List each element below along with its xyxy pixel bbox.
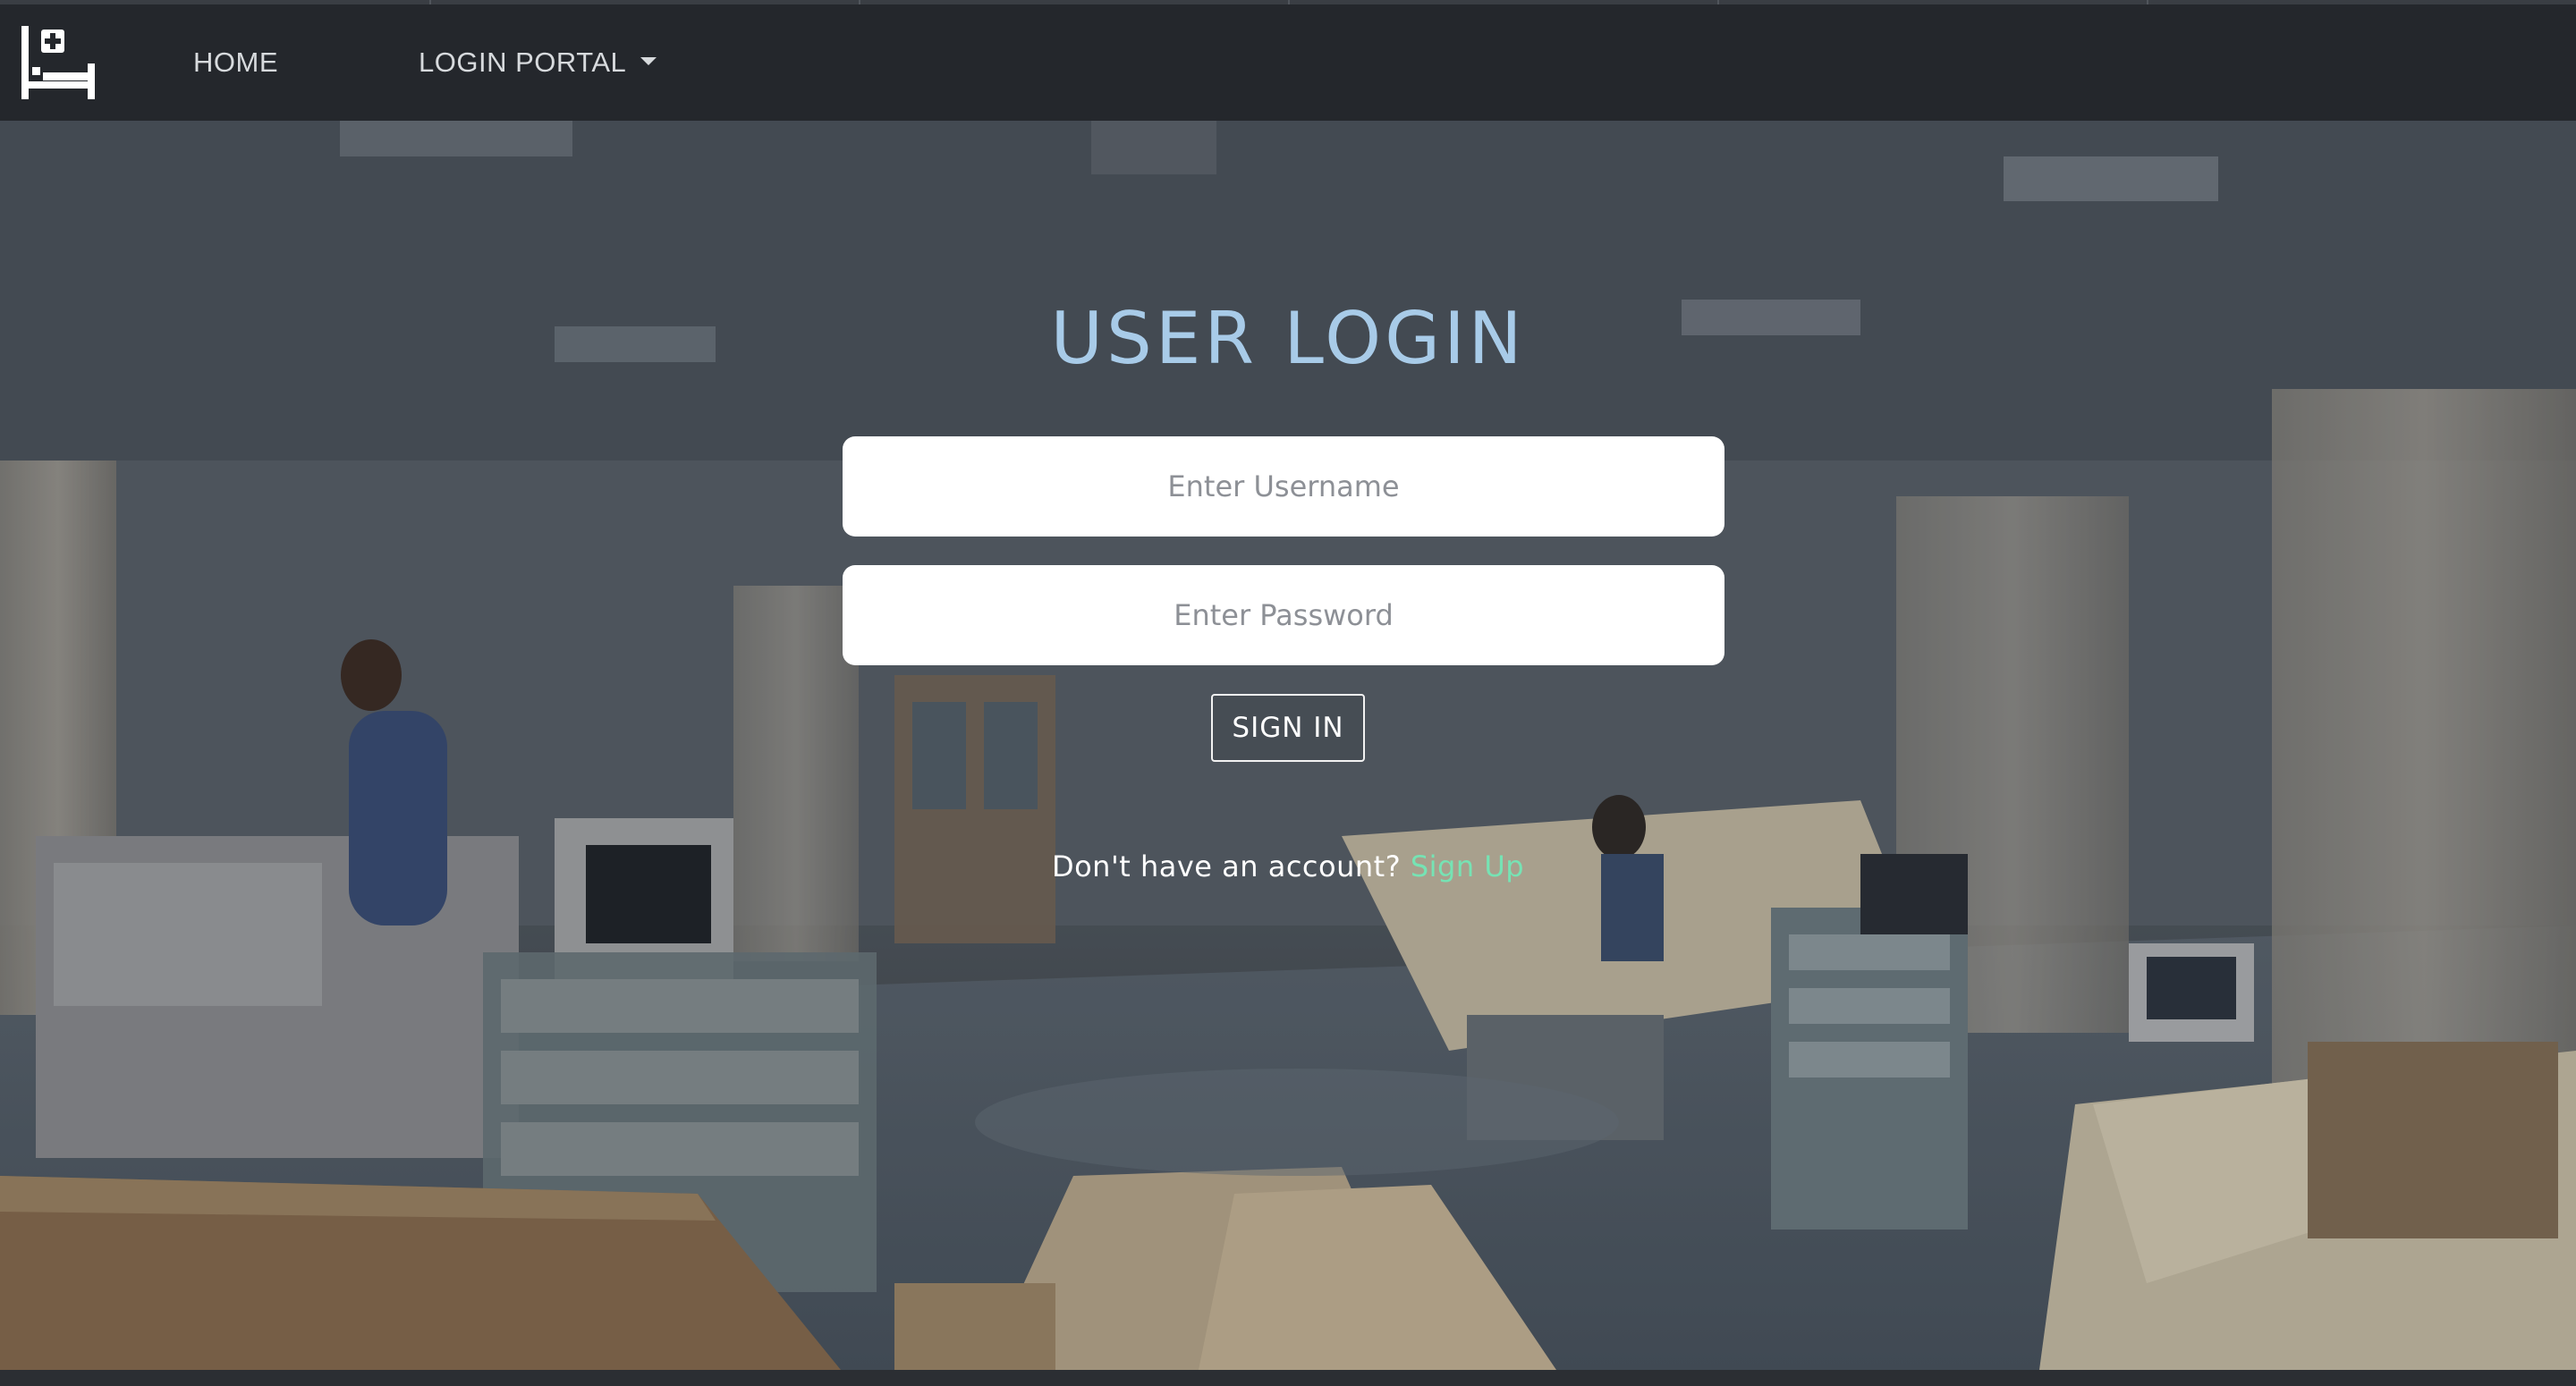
sign-up-link[interactable]: Sign Up (1411, 849, 1524, 883)
nav-login-portal-dropdown[interactable]: LOGIN PORTAL (419, 4, 657, 121)
nav-login-portal-label: LOGIN PORTAL (419, 46, 627, 78)
signup-prompt-line: Don't have an account? Sign Up (0, 849, 2576, 883)
bottom-bar (0, 1370, 2576, 1386)
page-title: USER LOGIN (1050, 296, 1526, 380)
navbar: HOME LOGIN PORTAL (0, 4, 2576, 121)
signup-prompt-text: Don't have an account? (1051, 849, 1402, 883)
password-input[interactable] (843, 565, 1724, 665)
username-input[interactable] (843, 436, 1724, 537)
hospital-bed-icon[interactable] (18, 24, 98, 105)
caret-down-icon (640, 56, 657, 65)
hospital-bed-icon-svg (21, 26, 95, 99)
nav-home[interactable]: HOME (193, 4, 278, 121)
sign-in-button[interactable]: SIGN IN (1211, 694, 1365, 762)
